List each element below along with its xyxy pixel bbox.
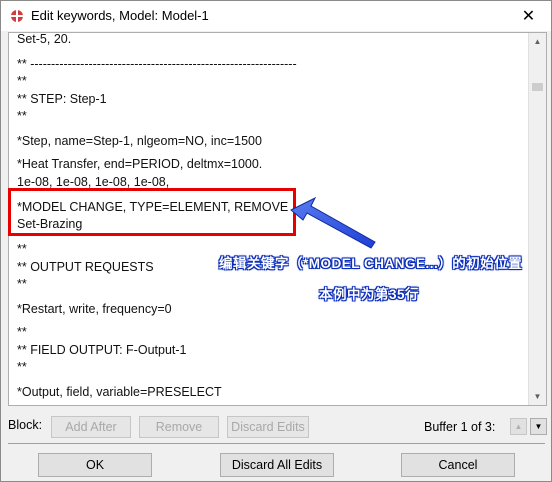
code-line[interactable]: ** [17,109,27,123]
buffer-down-button[interactable]: ▼ [530,418,547,435]
code-line[interactable]: ** [17,277,27,291]
code-line[interactable]: ** [17,74,27,88]
add-after-button[interactable]: Add After [51,416,131,438]
code-line[interactable]: ** [17,325,27,339]
close-button[interactable]: ✕ [506,1,551,31]
window-title: Edit keywords, Model: Model-1 [31,8,209,23]
scroll-up-icon[interactable]: ▲ [529,33,546,50]
code-line[interactable]: ** -------------------------------------… [17,57,297,71]
code-line[interactable]: 1e-08, 1e-08, 1e-08, 1e-08, [17,175,169,189]
annotation-line-2: 本例中为第35行 [319,287,420,302]
buffer-indicator: Buffer 1 of 3: [424,420,496,434]
vertical-scrollbar[interactable]: ▲ ▼ [528,33,546,405]
cancel-button[interactable]: Cancel [401,453,515,477]
block-label: Block: [8,418,43,432]
code-line[interactable]: ** OUTPUT REQUESTS [17,260,154,274]
ok-button[interactable]: OK [38,453,152,477]
remove-button[interactable]: Remove [139,416,219,438]
code-line[interactable]: *Restart, write, frequency=0 [17,302,172,316]
code-line[interactable]: *Output, field, variable=PRESELECT [17,385,222,399]
code-line[interactable]: ** FIELD OUTPUT: F-Output-1 [17,343,186,357]
code-line[interactable]: Set-5, 20. [17,33,71,46]
abaqus-app-icon [11,10,23,22]
code-line[interactable]: *Heat Transfer, end=PERIOD, deltmx=1000. [17,157,262,171]
discard-all-edits-button[interactable]: Discard All Edits [220,453,334,477]
code-line[interactable]: ** STEP: Step-1 [17,92,107,106]
close-icon: ✕ [521,8,536,25]
annotation-line-1: 编辑关键字（*MODEL CHANGE...）的初始位置 [219,256,523,271]
code-line[interactable]: ** [17,242,27,256]
discard-edits-button[interactable]: Discard Edits [227,416,309,438]
code-line[interactable]: *Step, name=Step-1, nlgeom=NO, inc=1500 [17,134,262,148]
highlight-box [8,188,296,236]
divider [8,443,545,444]
arrow-down-icon: ▼ [534,422,543,431]
edit-keywords-dialog: Edit keywords, Model: Model-1 ✕ Set-5, 2… [0,0,552,482]
scroll-down-icon[interactable]: ▼ [529,388,546,405]
arrow-up-icon: ▲ [514,422,523,431]
pointer-arrow-icon [290,196,376,249]
scrollbar-thumb[interactable] [532,83,543,91]
code-line[interactable]: ** [17,360,27,374]
title-bar[interactable]: Edit keywords, Model: Model-1 ✕ [1,1,551,31]
buffer-up-button[interactable]: ▲ [510,418,527,435]
